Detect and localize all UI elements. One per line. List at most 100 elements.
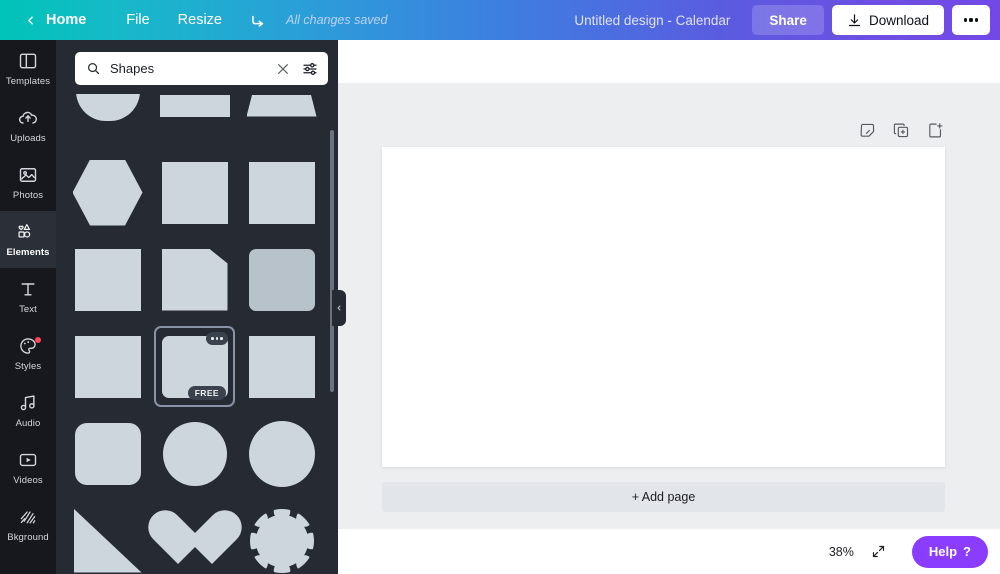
search-input[interactable]: Shapes [110, 61, 267, 76]
sidebar-item-photos[interactable]: Photos [0, 154, 56, 211]
scalloped-shape-glyph [249, 508, 314, 573]
shapes-row [68, 240, 324, 319]
square-shape-5[interactable] [242, 327, 321, 406]
square-shape-5-glyph [248, 335, 315, 398]
sidebar-item-folder[interactable] [0, 553, 56, 574]
sidebar-label-photos: Photos [12, 190, 44, 201]
square-shape[interactable] [155, 153, 234, 232]
rounded-square-dim-shape-glyph [248, 248, 315, 311]
upload-cloud-icon [17, 107, 39, 129]
hatch-pattern-icon [17, 506, 39, 528]
download-icon [847, 13, 862, 28]
folded-corner-shape[interactable] [155, 240, 234, 319]
templates-icon [17, 50, 39, 72]
expand-arrows-icon[interactable] [868, 541, 890, 563]
duplicate-page-icon[interactable] [893, 122, 910, 139]
top-toolbar-right: Untitled design - Calendar Share Downloa… [574, 5, 1000, 35]
add-page-button[interactable]: + Add page [382, 482, 945, 512]
square-shape-3[interactable] [68, 240, 147, 319]
panel-collapse-handle[interactable] [332, 290, 346, 326]
sidebar-item-uploads[interactable]: Uploads [0, 97, 56, 154]
scalloped-shape[interactable] [242, 501, 321, 574]
design-title[interactable]: Untitled design - Calendar [574, 13, 730, 28]
sidebar-label-text: Text [19, 304, 37, 315]
shapes-row [68, 153, 324, 232]
zoom-level[interactable]: 38% [815, 545, 868, 559]
music-note-icon [17, 392, 39, 414]
sidebar-item-videos[interactable]: Videos [0, 439, 56, 496]
circle-shape-2-glyph [248, 420, 315, 487]
sidebar-item-elements[interactable]: Elements [0, 211, 56, 268]
sidebar-item-audio[interactable]: Audio [0, 382, 56, 439]
rectangle-shape-glyph [159, 94, 230, 117]
circle-shape-glyph [162, 421, 227, 486]
rounded-square-shape-2[interactable] [68, 414, 147, 493]
sticky-note-icon[interactable] [859, 122, 876, 139]
design-page-canvas[interactable] [382, 147, 945, 467]
folded-corner-shape-glyph [161, 248, 228, 311]
sidebar-label-elements: Elements [6, 247, 50, 258]
filter-sliders-icon[interactable] [301, 60, 319, 78]
help-question-mark: ? [963, 544, 971, 559]
sidebar-item-text[interactable]: Text [0, 268, 56, 325]
rounded-square-shape-2-glyph [74, 422, 141, 485]
sidebar-label-styles: Styles [14, 361, 42, 372]
more-options-button[interactable] [952, 5, 990, 35]
download-button[interactable]: Download [831, 5, 944, 35]
sidebar-label-audio: Audio [15, 418, 41, 429]
nav-file[interactable]: File [112, 0, 163, 40]
canvas-workspace: + Add page 38% Help ? [338, 40, 1000, 574]
top-toolbar-left: Home File Resize All changes saved [0, 0, 387, 40]
shapes-grid-rows: FREE [68, 66, 324, 574]
sidebar-item-templates[interactable]: Templates [0, 40, 56, 97]
heart-shape-glyph [163, 512, 227, 570]
search-icon [86, 61, 102, 77]
sidebar-label-videos: Videos [13, 475, 43, 486]
nav-home[interactable]: Home [46, 0, 112, 40]
sidebar-label-uploads: Uploads [10, 133, 46, 144]
save-status: All changes saved [286, 13, 388, 27]
undo-arrow-icon[interactable] [244, 0, 272, 40]
more-horizontal-icon [963, 18, 967, 22]
square-shape-glyph [161, 161, 228, 224]
canvas-toolbar [338, 40, 1000, 83]
canva-editor-window: Home File Resize All changes saved Untit… [0, 0, 1000, 574]
sidebar-label-templates: Templates [5, 76, 51, 87]
square-shape-2[interactable] [242, 153, 321, 232]
triangle-shape[interactable] [68, 501, 147, 574]
sidebar-item-background[interactable]: Bkground [0, 496, 56, 553]
rounded-square-dim-shape[interactable] [242, 240, 321, 319]
search-box[interactable]: Shapes [75, 52, 328, 85]
chevron-left-icon[interactable] [22, 12, 38, 28]
styles-notification-badge [35, 337, 41, 343]
trapezoid-shape-glyph [246, 94, 317, 117]
help-button[interactable]: Help ? [911, 535, 988, 568]
heart-shape[interactable] [155, 501, 234, 574]
download-label: Download [868, 12, 929, 28]
left-sidebar: Templates Uploads Photos Elements Text S… [0, 40, 56, 574]
bottom-status-bar: 38% Help ? [338, 529, 1000, 574]
photo-icon [17, 164, 39, 186]
sidebar-item-styles[interactable]: Styles [0, 325, 56, 382]
nav-resize[interactable]: Resize [164, 0, 236, 40]
triangle-shape-glyph [73, 508, 142, 573]
circle-shape-2[interactable] [242, 414, 321, 493]
folder-icon [17, 571, 39, 574]
shapes-results-grid: FREE [56, 90, 338, 574]
page-tools-group [859, 122, 944, 139]
shapes-row [68, 414, 324, 493]
hexagon-shape[interactable] [68, 153, 147, 232]
panel-scrollbar[interactable] [330, 130, 334, 392]
text-t-icon [17, 278, 39, 300]
share-button[interactable]: Share [752, 5, 824, 35]
add-page-icon[interactable] [927, 122, 944, 139]
rounded-square-shape-free[interactable]: FREE [154, 326, 235, 407]
video-play-icon [17, 449, 39, 471]
shapes-row [68, 501, 324, 574]
square-shape-4[interactable] [68, 327, 147, 406]
circle-shape[interactable] [155, 414, 234, 493]
close-x-icon[interactable] [275, 61, 291, 77]
free-badge: FREE [187, 386, 226, 400]
tile-more-options-button[interactable] [206, 332, 228, 345]
shapes-row: FREE [68, 326, 324, 407]
